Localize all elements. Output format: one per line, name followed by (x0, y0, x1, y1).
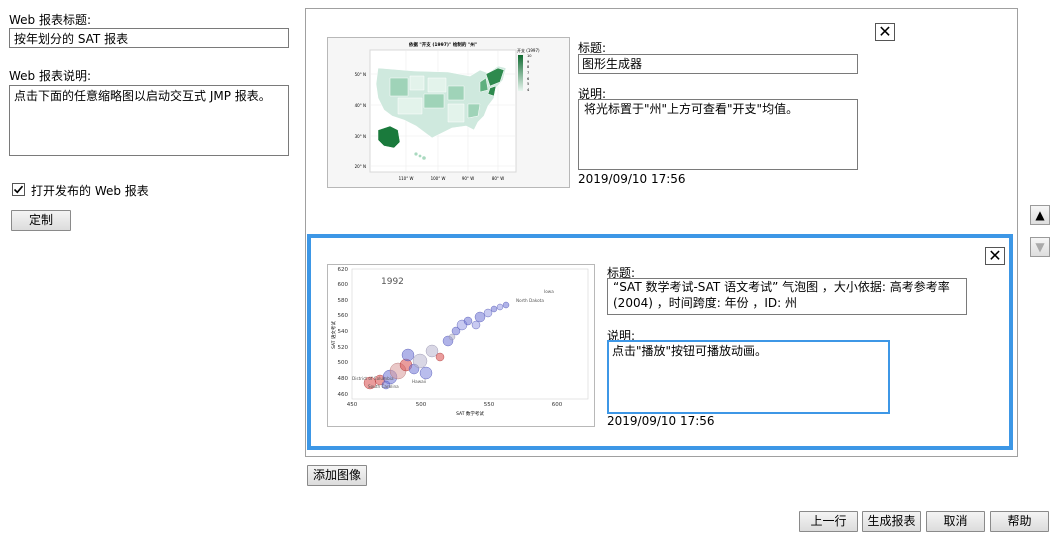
svg-text:90° W: 90° W (462, 176, 474, 181)
svg-text:600: 600 (552, 402, 563, 408)
svg-text:480: 480 (338, 376, 349, 382)
svg-text:500: 500 (416, 402, 427, 408)
customize-button[interactable]: 定制 (11, 210, 71, 231)
card1-desc-textarea[interactable]: 将光标置于"州"上方可查看"开支"均值。 (578, 99, 858, 170)
svg-text:50° N: 50° N (355, 72, 366, 77)
move-down-button[interactable]: ▼ (1030, 237, 1050, 257)
move-up-button[interactable]: ▲ (1030, 205, 1050, 225)
svg-text:450: 450 (347, 402, 358, 408)
arrow-down-icon: ▼ (1035, 240, 1045, 254)
svg-text:520: 520 (338, 345, 349, 351)
svg-text:620: 620 (338, 267, 349, 273)
svg-text:Iowa: Iowa (544, 289, 554, 294)
help-button[interactable]: 帮助 (990, 511, 1049, 532)
svg-text:30° N: 30° N (355, 134, 366, 139)
bubble-xlabel: SAT 数学考试 (456, 410, 484, 417)
checkmark-icon (13, 185, 24, 194)
svg-text:560: 560 (338, 313, 349, 319)
open-report-label: 打开发布的 Web 报表 (31, 184, 149, 198)
svg-text:40° N: 40° N (355, 103, 366, 108)
svg-text:Hawaii: Hawaii (412, 379, 426, 384)
close-icon: ✕ (878, 22, 892, 41)
open-report-checkbox[interactable] (12, 183, 25, 196)
report-title-input[interactable]: 按年划分的 SAT 报表 (9, 28, 289, 48)
svg-text:South Carolina: South Carolina (368, 384, 399, 389)
previous-button[interactable]: 上一行 (799, 511, 858, 532)
bubble-thumbnail[interactable]: 1992 620 600 580 560 540 520 500 480 460… (327, 264, 595, 427)
svg-text:District of Columbia: District of Columbia (352, 376, 394, 381)
svg-text:460: 460 (338, 392, 349, 398)
bubble-chart: 1992 620 600 580 560 540 520 500 480 460… (328, 265, 594, 426)
card1-timestamp: 2019/09/10 17:56 (578, 172, 686, 186)
arrow-up-icon: ▲ (1035, 208, 1045, 222)
svg-text:580: 580 (338, 298, 349, 304)
svg-text:10: 10 (527, 54, 532, 58)
svg-text:100° W: 100° W (431, 176, 446, 181)
report-title-label: Web 报表标题: (9, 13, 92, 27)
cancel-button[interactable]: 取消 (926, 511, 985, 532)
svg-text:500: 500 (338, 360, 349, 366)
svg-text:600: 600 (338, 282, 349, 288)
generate-report-button[interactable]: 生成报表 (862, 511, 921, 532)
svg-text:110° W: 110° W (399, 176, 414, 181)
map-chart: 依据 "开支 (1997)" 绘制的 "州" 50° N 40° N 30° N… (328, 38, 569, 187)
map-thumbnail[interactable]: 依据 "开支 (1997)" 绘制的 "州" 50° N 40° N 30° N… (327, 37, 570, 188)
image-card-2[interactable]: 1992 620 600 580 560 540 520 500 480 460… (307, 234, 1013, 450)
svg-text:7: 7 (527, 71, 529, 75)
card2-desc-textarea[interactable]: 点击"播放"按钮可播放动画。 (607, 340, 890, 414)
add-image-button[interactable]: 添加图像 (307, 465, 367, 486)
report-desc-label: Web 报表说明: (9, 69, 92, 83)
svg-text:80° W: 80° W (492, 176, 504, 181)
report-desc-textarea[interactable]: 点击下面的任意缩略图以启动交互式 JMP 报表。 (9, 85, 289, 156)
card1-title-input[interactable]: 图形生成器 (578, 54, 858, 74)
card1-close-button[interactable]: ✕ (875, 23, 895, 41)
card2-close-button[interactable]: ✕ (985, 247, 1005, 265)
image-card-1[interactable]: 依据 "开支 (1997)" 绘制的 "州" 50° N 40° N 30° N… (306, 9, 1017, 232)
bubble-ylabel: SAT 语文考试 (330, 321, 337, 349)
thumbnail-list-panel: 依据 "开支 (1997)" 绘制的 "州" 50° N 40° N 30° N… (305, 8, 1018, 457)
svg-text:550: 550 (484, 402, 495, 408)
map-title: 依据 "开支 (1997)" 绘制的 "州" (409, 41, 477, 48)
svg-text:20° N: 20° N (355, 164, 366, 169)
svg-text:540: 540 (338, 329, 349, 335)
close-icon: ✕ (988, 246, 1002, 265)
map-legend-title: 开支 (1997) (517, 47, 540, 53)
bubble-year-label: 1992 (381, 277, 404, 287)
card2-timestamp: 2019/09/10 17:56 (607, 414, 715, 428)
map-legend-gradient (518, 55, 523, 91)
svg-text:North Dakota: North Dakota (516, 298, 544, 303)
svg-text:5: 5 (527, 82, 529, 86)
card2-title-input[interactable]: “SAT 数学考试-SAT 语文考试” 气泡图 ，大小依据: 高考参考率 (20… (607, 278, 967, 315)
